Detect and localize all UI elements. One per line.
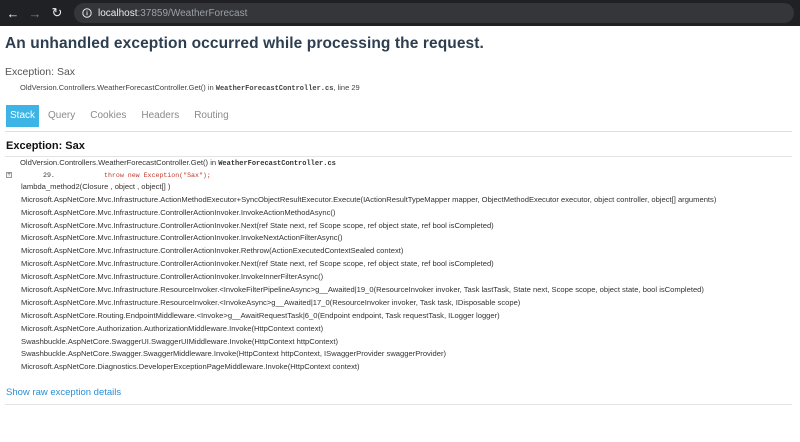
source-code-line: + 29. throw new Exception("Sax");	[0, 170, 800, 181]
stack-frame: Microsoft.AspNetCore.Diagnostics.Develop…	[21, 362, 360, 372]
exception-location: OldVersion.Controllers.WeatherForecastCo…	[20, 83, 360, 93]
stack-exception-title: Exception: Sax	[6, 140, 85, 152]
browser-toolbar: ← → ↻ localhost:37859/WeatherForecast	[0, 0, 800, 26]
location-method: OldVersion.Controllers.WeatherForecastCo…	[20, 83, 216, 92]
stack-frame: Microsoft.AspNetCore.Mvc.Infrastructure.…	[21, 285, 704, 295]
url-path: :37859/WeatherForecast	[137, 7, 248, 19]
stack-frame: Microsoft.AspNetCore.Mvc.Infrastructure.…	[21, 194, 717, 204]
tab-bar: Stack Query Cookies Headers Routing	[6, 105, 238, 127]
tab-stack[interactable]: Stack	[6, 105, 40, 127]
site-info-icon[interactable]	[82, 8, 92, 18]
frame-method: OldVersion.Controllers.WeatherForecastCo…	[20, 158, 219, 167]
code-line-text: throw new Exception("Sax");	[104, 171, 211, 179]
expand-source-icon[interactable]: +	[6, 171, 12, 178]
show-raw-exception-link[interactable]: Show raw exception details	[6, 387, 121, 398]
stack-frame: Swashbuckle.AspNetCore.SwaggerUI.Swagger…	[21, 336, 338, 346]
code-line-number: 29.	[43, 171, 55, 179]
stack-frame-list: OldVersion.Controllers.WeatherForecastCo…	[0, 157, 800, 374]
stack-frame: Microsoft.AspNetCore.Mvc.Infrastructure.…	[21, 246, 404, 256]
stack-frame: Microsoft.AspNetCore.Mvc.Infrastructure.…	[21, 233, 343, 243]
back-arrow-icon[interactable]: ←	[4, 4, 22, 22]
error-page: An unhandled exception occurred while pr…	[0, 26, 800, 442]
tab-query[interactable]: Query	[42, 105, 81, 127]
stack-frame: Microsoft.AspNetCore.Routing.EndpointMid…	[21, 310, 500, 320]
tab-cookies[interactable]: Cookies	[84, 105, 132, 127]
forward-arrow-icon[interactable]: →	[26, 4, 44, 22]
stack-frame: Swashbuckle.AspNetCore.Swagger.SwaggerMi…	[21, 349, 447, 359]
address-bar[interactable]: localhost:37859/WeatherForecast	[74, 3, 794, 23]
error-title: An unhandled exception occurred while pr…	[5, 35, 484, 52]
tab-headers[interactable]: Headers	[135, 105, 185, 127]
divider	[5, 404, 792, 405]
stack-frame: Microsoft.AspNetCore.Mvc.Infrastructure.…	[21, 207, 336, 217]
tab-routing[interactable]: Routing	[188, 105, 234, 127]
stack-frame: OldVersion.Controllers.WeatherForecastCo…	[0, 157, 800, 170]
url-host: localhost	[98, 7, 138, 19]
location-line: , line 29	[333, 83, 360, 92]
stack-frame: Microsoft.AspNetCore.Mvc.Infrastructure.…	[21, 259, 494, 269]
location-file: WeatherForecastController.cs	[215, 85, 334, 93]
stack-frame: lambda_method2(Closure , object , object…	[21, 181, 171, 191]
stack-frame: Microsoft.AspNetCore.Mvc.Infrastructure.…	[21, 272, 324, 282]
stack-frame: Microsoft.AspNetCore.Mvc.Infrastructure.…	[21, 220, 494, 230]
reload-icon[interactable]: ↻	[48, 4, 66, 22]
stack-frame: Microsoft.AspNetCore.Authorization.Autho…	[21, 323, 324, 333]
stack-frame: Microsoft.AspNetCore.Mvc.Infrastructure.…	[21, 297, 521, 307]
exception-message: Exception: Sax	[5, 66, 76, 78]
frame-file: WeatherForecastController.cs	[218, 160, 336, 168]
divider	[5, 131, 792, 132]
